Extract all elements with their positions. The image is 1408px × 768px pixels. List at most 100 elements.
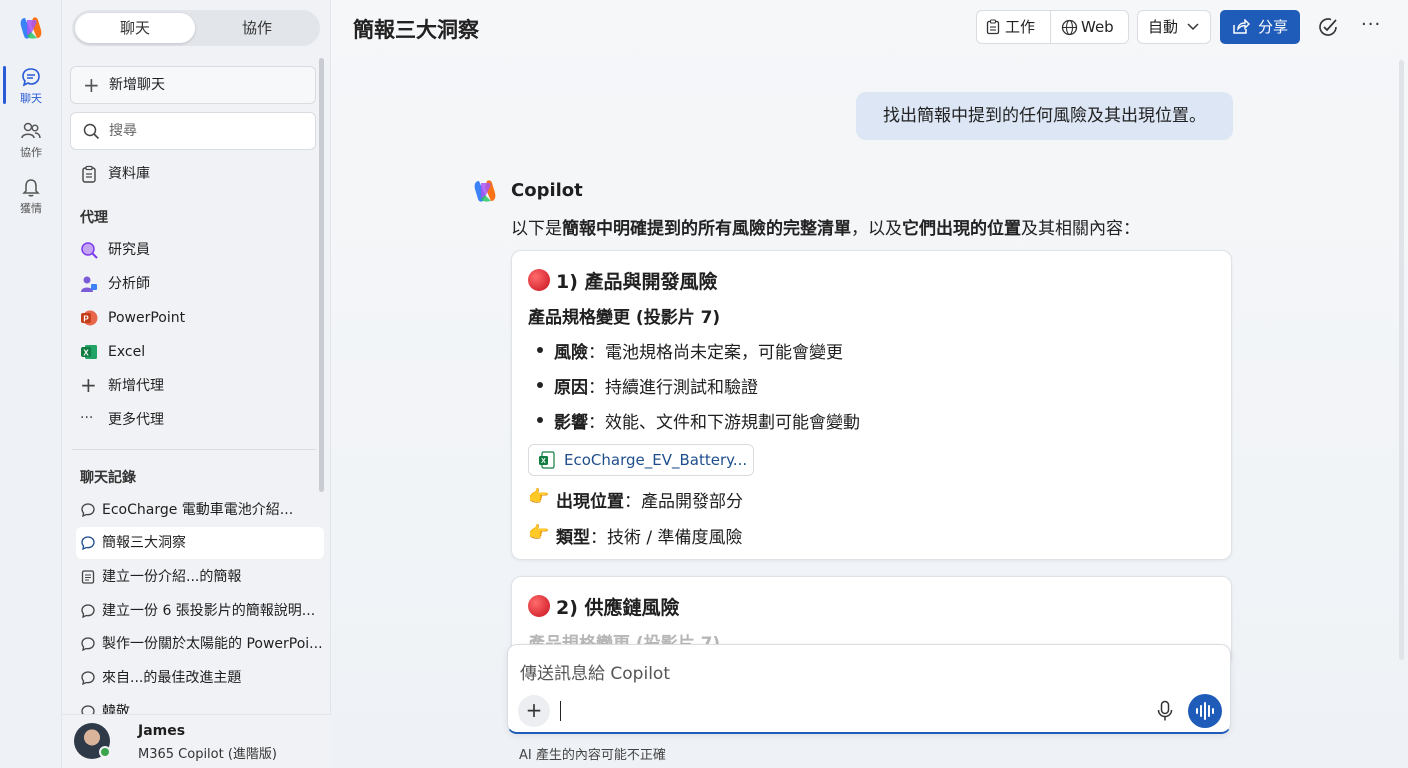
point-key: 出現位置 [556,492,624,512]
chat-collab-toggle: 聊天 協作 [72,10,320,46]
file-reference-chip[interactable]: X EcoCharge_EV_Battery... [528,444,754,476]
risk-card-title: 2) 供應鏈風險 [528,593,680,620]
bell-icon [22,179,40,197]
app-rail: 聊天 協作 獲情 [0,0,62,768]
user-profile[interactable]: James M365 Copilot (進階版) [62,714,331,768]
history-label: 建立一份 6 張投影片的簡報說明... [102,603,316,619]
agent-powerpoint[interactable]: P PowerPoint [80,304,320,332]
plus-icon: + [80,373,97,397]
user-name: James [138,723,186,739]
text-cursor [560,701,561,721]
search-icon [83,123,100,140]
add-agent-button[interactable]: + 新增代理 [80,372,320,400]
agent-researcher[interactable]: 研究員 [80,236,320,264]
chat-icon [22,68,40,87]
rail-item-collab[interactable]: 協作 [0,120,62,160]
red-circle-icon [528,595,550,617]
chat-bubble-icon [81,536,95,551]
analyst-icon [81,276,97,292]
rail-item-chat[interactable]: 聊天 [0,66,62,106]
intro-text: 及其相關內容： [1021,219,1140,239]
bullet-sep: ： [588,378,605,398]
search-input[interactable]: 搜尋 [70,112,316,150]
history-label: 建立一份介紹...的簡報 [102,569,242,585]
file-name: EcoCharge_EV_Battery... [564,451,748,469]
user-message: 找出簡報中提到的任何風險及其出現位置。 [856,92,1233,140]
pointing-hand-icon: 👉 [528,523,550,543]
agents-heading: 代理 [80,210,108,226]
chevron-down-icon [1187,23,1199,31]
history-label: 製作一份關於太陽能的 PowerPoi... [102,636,323,652]
agent-label: 更多代理 [108,412,164,428]
new-chat-button[interactable]: + 新增聊天 [70,66,316,104]
clipboard-icon [986,19,1000,35]
user-plan: M365 Copilot (進階版) [138,747,277,762]
more-options-icon[interactable]: ··· [1361,14,1381,35]
tab-collab[interactable]: 協作 [197,13,317,43]
copilot-logo-icon [474,180,496,202]
intro-text: ，以及 [851,219,902,239]
new-chat-label: 新增聊天 [109,77,165,93]
web-button[interactable]: Web [1053,11,1129,43]
mode-dropdown[interactable]: 自動 [1137,10,1211,44]
history-label: 來自...的最佳改進主題 [102,670,242,686]
bullet-value: 電池規格尚未定案，可能會變更 [605,343,843,363]
composer-placeholder: 傳送訊息給 Copilot [520,664,670,684]
rail-item-notifications[interactable]: 獲情 [0,176,62,216]
history-item[interactable]: 來自...的最佳改進主題 [76,662,324,694]
risk-bullet: 原因：持續進行測試和驗證 [537,373,758,398]
point-sep: ： [590,528,607,548]
risk-type: 👉 類型：技術 / 準備度風險 [528,523,743,548]
history-heading: 聊天記錄 [80,470,136,486]
point-key: 類型 [556,528,590,548]
copilot-logo-icon[interactable] [17,14,45,42]
waveform-icon [1196,702,1214,720]
more-agents-button[interactable]: ··· 更多代理 [80,406,320,434]
microphone-icon[interactable] [1156,700,1174,722]
svg-text:X: X [541,458,546,465]
history-item-selected[interactable]: 簡報三大洞察 [76,527,324,559]
svg-text:X: X [83,349,89,358]
risk-title-text: 1) 產品與開發風險 [556,271,718,293]
work-label: 工作 [1005,18,1036,36]
bullet-key: 原因 [554,378,588,398]
share-label: 分享 [1258,18,1289,36]
risk-card-title: 1) 產品與開發風險 [528,267,718,294]
history-item[interactable]: 建立一份 6 張投影片的簡報說明... [76,595,324,627]
history-item[interactable]: 建立一份介紹...的簡報 [76,561,324,593]
add-attachment-button[interactable]: + [518,695,550,727]
voice-mode-button[interactable] [1188,694,1222,728]
message-composer[interactable]: 傳送訊息給 Copilot + [507,644,1231,734]
sidebar-item-library[interactable]: 資料庫 [80,160,320,188]
history-item[interactable]: 製作一份關於太陽能的 PowerPoi... [76,628,324,660]
svg-text:P: P [83,315,89,324]
share-button[interactable]: 分享 [1220,10,1300,44]
bullet-value: 持續進行測試和驗證 [605,378,758,398]
clipboard-icon [82,165,96,183]
tab-chat[interactable]: 聊天 [75,13,195,43]
intro-bold: 簡報中明確提到的所有風險的完整清單 [562,219,851,239]
pointing-hand-icon: 👉 [528,487,550,507]
work-button[interactable]: 工作 [977,11,1051,43]
bullet-sep: ： [588,343,605,363]
risk-title-text: 2) 供應鏈風險 [556,597,680,619]
main-scrollbar[interactable] [1399,60,1404,660]
risk-bullet: 影響：效能、文件和下游規劃可能會變動 [537,408,860,433]
chat-bubble-icon [81,637,95,652]
red-circle-icon [528,269,550,291]
agent-excel[interactable]: X Excel [80,338,320,366]
researcher-icon [81,242,98,259]
agent-label: Excel [108,344,146,360]
history-item[interactable]: EcoCharge 電動車電池介紹... [76,494,324,526]
intro-text: 以下是 [511,219,562,239]
share-icon [1233,19,1250,34]
agent-analyst[interactable]: 分析師 [80,270,320,298]
web-label: Web [1081,18,1114,36]
globe-icon [1061,19,1078,36]
chat-bubble-icon [81,671,95,686]
sidebar-scrollbar[interactable] [319,58,324,492]
rail-label-chat: 聊天 [20,92,42,105]
point-sep: ： [624,492,641,512]
check-circle-icon[interactable] [1317,16,1339,38]
plus-icon: + [83,73,100,97]
